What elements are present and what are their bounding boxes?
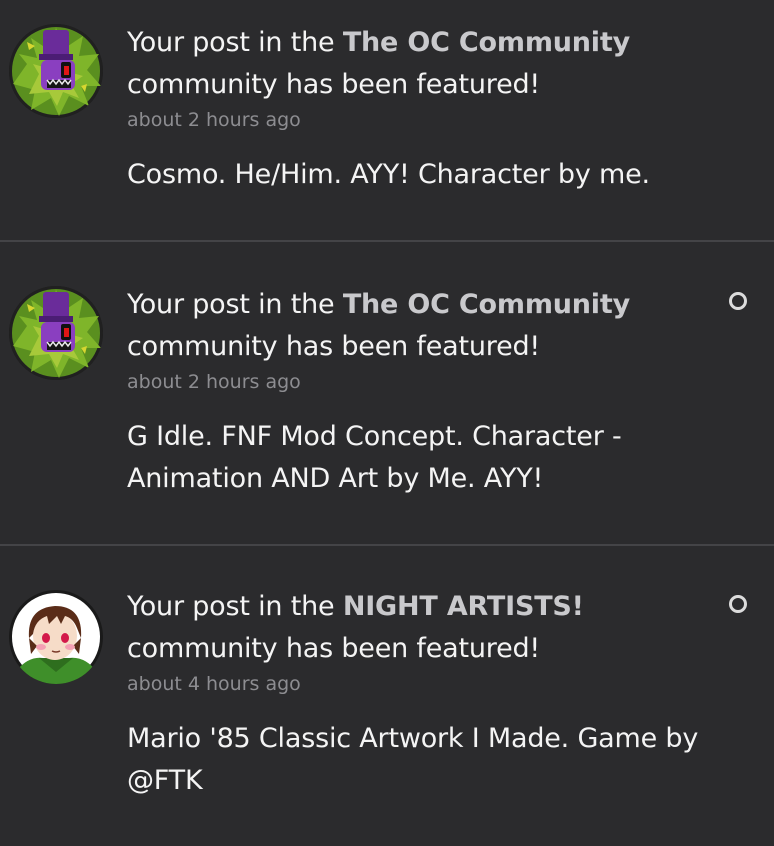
anime-girl-avatar-icon[interactable] [9,590,103,684]
post-text[interactable]: Mario '85 Classic Artwork I Made. Game b… [127,718,717,802]
notification-item[interactable]: Your post in the The OC Community commun… [0,0,774,240]
green-monster-avatar-icon[interactable] [9,286,103,380]
headline-suffix: community has been featured! [127,69,541,100]
community-name[interactable]: NIGHT ARTISTS! [343,591,584,622]
community-name[interactable]: The OC Community [343,289,630,320]
community-name[interactable]: The OC Community [343,27,630,58]
headline-suffix: community has been featured! [127,633,541,664]
notification-timestamp: about 4 hours ago [127,673,301,695]
green-monster-avatar-icon[interactable] [9,24,103,118]
headline-prefix: Your post in the [127,289,343,320]
headline-suffix: community has been featured! [127,331,541,362]
notification-content: Your post in the The OC Community commun… [127,22,717,196]
notification-timestamp: about 2 hours ago [127,109,301,131]
notification-content: Your post in the The OC Community commun… [127,284,717,500]
notification-headline: Your post in the The OC Community commun… [127,284,717,368]
unread-indicator-icon[interactable] [729,595,747,613]
notification-headline: Your post in the The OC Community commun… [127,22,717,106]
notification-timestamp: about 2 hours ago [127,371,301,393]
notification-item[interactable]: Your post in the NIGHT ARTISTS! communit… [0,546,774,846]
notification-item[interactable]: Your post in the The OC Community commun… [0,242,774,544]
notification-content: Your post in the NIGHT ARTISTS! communit… [127,586,717,802]
notification-headline: Your post in the NIGHT ARTISTS! communit… [127,586,717,670]
post-text[interactable]: Cosmo. He/Him. AYY! Character by me. [127,154,717,196]
unread-indicator-icon[interactable] [729,292,747,310]
headline-prefix: Your post in the [127,27,343,58]
headline-prefix: Your post in the [127,591,343,622]
post-text[interactable]: G Idle. FNF Mod Concept. Character - Ani… [127,416,717,500]
